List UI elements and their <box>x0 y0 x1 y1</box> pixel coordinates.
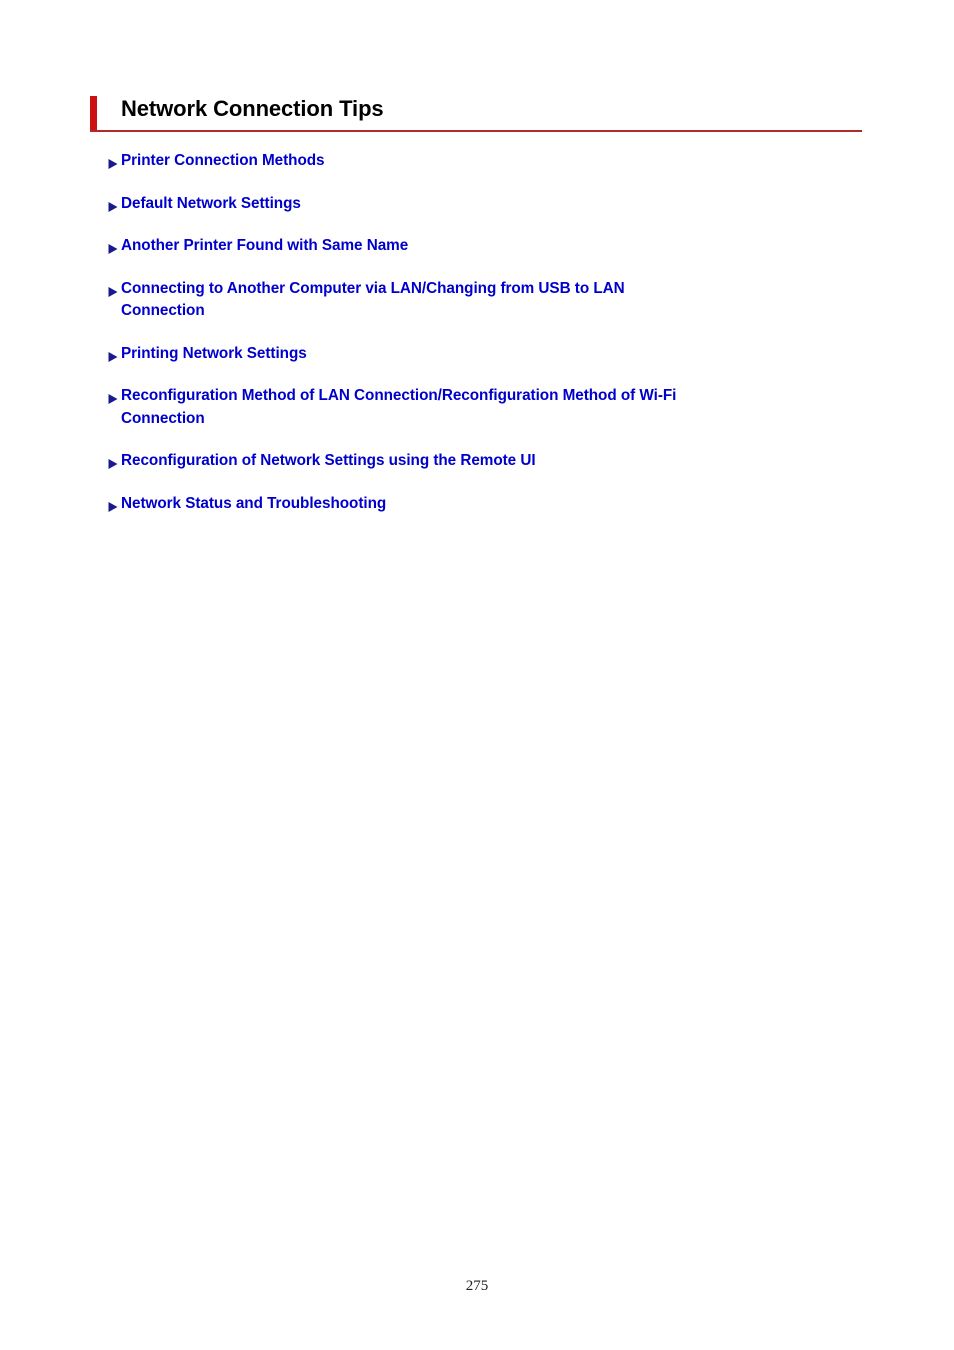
right-triangle-arrow-icon <box>107 198 119 212</box>
right-triangle-arrow-icon <box>107 455 119 469</box>
list-item-label[interactable]: Reconfiguration of Network Settings usin… <box>121 450 867 473</box>
right-triangle-arrow-icon <box>107 498 119 512</box>
list-item-label[interactable]: Printer Connection Methods <box>121 150 867 173</box>
list-item-label[interactable]: Reconfiguration Method of LAN Connection… <box>121 385 867 430</box>
list-item[interactable]: Reconfiguration Method of LAN Connection… <box>107 385 867 430</box>
list-item[interactable]: Connecting to Another Computer via LAN/C… <box>107 278 867 323</box>
right-triangle-arrow-icon <box>107 155 119 169</box>
list-item[interactable]: Network Status and Troubleshooting <box>107 493 867 516</box>
header-divider <box>90 130 862 132</box>
list-item-line-1: Network Status and Troubleshooting <box>121 494 387 512</box>
right-triangle-arrow-icon <box>107 283 119 297</box>
list-item-label[interactable]: Default Network Settings <box>121 193 867 216</box>
list-item-line-1: Default Network Settings <box>121 194 301 212</box>
page-title: Network Connection Tips <box>121 96 384 121</box>
list-item[interactable]: Printer Connection Methods <box>107 150 867 173</box>
list-item[interactable]: Printing Network Settings <box>107 343 867 366</box>
list-item[interactable]: Another Printer Found with Same Name <box>107 235 867 258</box>
page-header: Network Connection Tips <box>90 94 862 132</box>
list-item[interactable]: Default Network Settings <box>107 193 867 216</box>
document-page: Network Connection Tips Printer Connecti… <box>0 0 954 1350</box>
right-triangle-arrow-icon <box>107 240 119 254</box>
page-number: 275 <box>465 1278 489 1294</box>
right-triangle-arrow-icon <box>107 348 119 362</box>
list-item-line-2: Connection <box>121 409 205 427</box>
list-item-label[interactable]: Another Printer Found with Same Name <box>121 235 867 258</box>
right-triangle-arrow-icon <box>107 390 119 404</box>
list-item-line-1: Another Printer Found with Same Name <box>121 237 409 254</box>
list-item-line-1: Connecting to Another Computer via LAN/C… <box>121 279 625 297</box>
topic-link-list: Printer Connection Methods Default Netwo… <box>107 150 867 515</box>
list-item[interactable]: Reconfiguration of Network Settings usin… <box>107 450 867 473</box>
list-item-line-1: Printer Connection Methods <box>121 152 325 169</box>
list-item-label[interactable]: Printing Network Settings <box>121 343 867 366</box>
list-item-label[interactable]: Connecting to Another Computer via LAN/C… <box>121 278 867 323</box>
list-item-label[interactable]: Network Status and Troubleshooting <box>121 493 867 516</box>
list-item-line-1: Reconfiguration Method of LAN Connection… <box>121 387 677 404</box>
list-item-line-2: Connection <box>121 302 205 319</box>
list-item-line-1: Printing Network Settings <box>121 344 307 362</box>
title-accent-bar <box>90 96 97 130</box>
list-item-line-1: Reconfiguration of Network Settings usin… <box>121 452 536 469</box>
